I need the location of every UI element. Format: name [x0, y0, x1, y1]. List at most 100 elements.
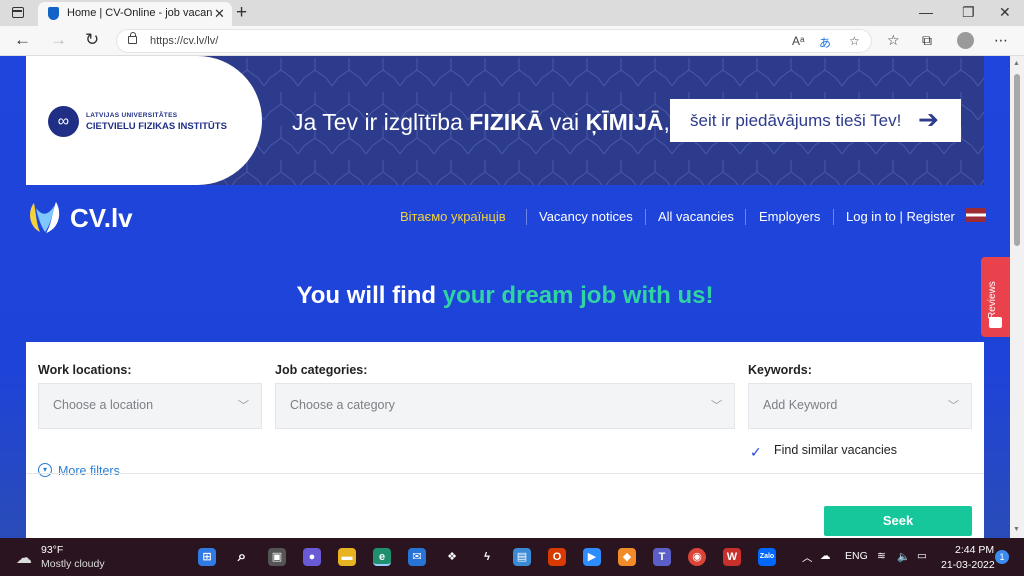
site-favicon-icon: [48, 7, 59, 20]
read-aloud-icon[interactable]: Aᵃ: [792, 34, 804, 48]
banner-cta-label: šeit ir piedāvājums tieši Tev!: [690, 111, 902, 130]
tab-title: Home | CV-Online - job vacancies: [67, 7, 212, 19]
reviews-label: Reviews: [987, 281, 998, 319]
chevron-down-icon: ﹀: [711, 400, 722, 412]
banner-text-mid: vai: [549, 109, 580, 135]
weather-condition[interactable]: Mostly cloudy: [41, 558, 105, 570]
nav-divider: [745, 209, 746, 225]
weather-cloud-icon[interactable]: ☁: [16, 548, 32, 568]
back-icon[interactable]: ←: [14, 30, 31, 50]
notification-badge[interactable]: 1: [995, 550, 1009, 564]
office-icon[interactable]: O: [548, 548, 566, 566]
tab-actions-icon[interactable]: [12, 7, 24, 18]
banner-cta-button[interactable]: šeit ir piedāvājums tieši Tev! ➔: [670, 99, 961, 142]
site-logo[interactable]: CV.lv: [70, 203, 133, 234]
app-icon[interactable]: ϟ: [478, 548, 496, 566]
chevron-down-circle-icon[interactable]: ▾: [38, 463, 52, 477]
browser-tab[interactable]: Home | CV-Online - job vacancies ✕: [38, 2, 232, 26]
scroll-down-icon[interactable]: ▼: [1013, 526, 1020, 533]
keyword-input[interactable]: Add Keyword ﹀: [748, 383, 972, 429]
chrome-icon[interactable]: ◉: [688, 548, 706, 566]
teams-icon[interactable]: T: [653, 548, 671, 566]
dropbox-icon[interactable]: ❖: [443, 548, 461, 566]
restore-icon[interactable]: ❐: [962, 4, 975, 21]
chevron-down-icon: ﹀: [238, 400, 249, 412]
reviews-tab[interactable]: Reviews: [981, 257, 1010, 337]
search-panel: Work locations: Choose a location ﹀ Job …: [26, 342, 984, 538]
language-flag-latvia[interactable]: [966, 208, 986, 222]
hero-heading: You will find your dream job with us!: [0, 282, 1010, 310]
chevron-up-icon[interactable]: ︿: [802, 550, 813, 565]
weather-temperature[interactable]: 93°F: [41, 544, 63, 556]
university-logo-icon: ∞: [48, 106, 79, 137]
nav-login-register[interactable]: Log in to | Register: [846, 209, 955, 224]
scroll-up-icon[interactable]: ▲: [1013, 60, 1020, 67]
search-icon[interactable]: ⌕: [233, 548, 251, 566]
zoom-icon[interactable]: ▶: [583, 548, 601, 566]
wps-office-icon[interactable]: W: [723, 548, 741, 566]
category-select[interactable]: Choose a category ﹀: [275, 383, 735, 429]
refresh-icon[interactable]: ↻: [85, 30, 99, 50]
nav-divider: [645, 209, 646, 225]
language-indicator[interactable]: ENG: [845, 550, 868, 562]
more-filters-link[interactable]: More filters: [58, 464, 120, 478]
browser-toolbar: ← → ↻ https://cv.lv/lv/ Aᵃ あ ☆ ☆ ⧉ ⋯: [0, 26, 1024, 56]
file-explorer-icon[interactable]: ▬: [338, 548, 356, 566]
location-select[interactable]: Choose a location ﹀: [38, 383, 262, 429]
edge-browser-icon[interactable]: e: [373, 548, 391, 566]
similar-vacancies-label[interactable]: Find similar vacancies: [774, 443, 897, 457]
scrollbar-thumb[interactable]: [1014, 74, 1020, 246]
task-view-icon[interactable]: ▣: [268, 548, 286, 566]
clock-time[interactable]: 2:44 PM: [955, 544, 994, 556]
nav-divider: [833, 209, 834, 225]
nav-divider: [526, 209, 527, 225]
speaker-muted-icon[interactable]: 🔈: [897, 550, 910, 563]
nav-employers[interactable]: Employers: [759, 209, 820, 224]
cloud-sync-icon[interactable]: ☁: [820, 550, 831, 562]
start-menu-icon[interactable]: ⊞: [198, 548, 216, 566]
forward-icon[interactable]: →: [50, 30, 67, 50]
favorite-star-icon[interactable]: ☆: [849, 34, 860, 48]
photos-icon[interactable]: ▤: [513, 548, 531, 566]
mail-icon[interactable]: ✉: [408, 548, 426, 566]
new-tab-icon[interactable]: +: [236, 2, 247, 24]
nav-all-vacancies[interactable]: All vacancies: [658, 209, 734, 224]
page-scrollbar[interactable]: ▲ ▼: [1010, 56, 1024, 538]
banner-text-pre: Ja Tev ir izglītība: [292, 109, 463, 135]
arrow-right-icon: ➔: [918, 106, 939, 134]
nav-ukraine[interactable]: Вітаємо українців: [400, 209, 506, 224]
reviews-icon: [989, 317, 1002, 328]
translate-icon[interactable]: あ: [819, 34, 831, 51]
wifi-icon[interactable]: ≋: [877, 550, 886, 562]
favorites-icon[interactable]: ☆: [887, 32, 900, 49]
close-window-icon[interactable]: ✕: [999, 4, 1011, 21]
close-tab-icon[interactable]: ✕: [214, 6, 225, 22]
nav-vacancy-notices[interactable]: Vacancy notices: [539, 209, 633, 224]
lock-icon: [128, 32, 137, 44]
zalo-icon[interactable]: Zalo: [758, 548, 776, 566]
banner-text-bold1: FIZIKĀ: [469, 109, 544, 135]
ad-banner[interactable]: ∞ LATVIJAS UNIVERSITĀTES CIETVIELU FIZIK…: [26, 56, 984, 185]
brave-icon[interactable]: ◆: [618, 548, 636, 566]
divider: [26, 473, 984, 474]
clock-date[interactable]: 21-03-2022: [941, 559, 995, 571]
category-placeholder: Choose a category: [290, 398, 395, 412]
more-options-icon[interactable]: ⋯: [994, 32, 1008, 49]
locations-label: Work locations:: [38, 363, 132, 377]
teams-chat-icon[interactable]: ●: [303, 548, 321, 566]
web-page: ∞ LATVIJAS UNIVERSITĀTES CIETVIELU FIZIK…: [0, 56, 1010, 538]
hero-part1: You will find: [296, 282, 437, 309]
similar-vacancies-checkbox[interactable]: ✓: [750, 444, 766, 460]
hero-part2: your dream job with us!: [442, 282, 714, 309]
banner-logo-area: ∞ LATVIJAS UNIVERSITĀTES CIETVIELU FIZIK…: [26, 56, 262, 185]
battery-icon[interactable]: ▭: [917, 550, 927, 562]
address-bar[interactable]: https://cv.lv/lv/ Aᵃ あ ☆: [116, 29, 872, 53]
seek-button[interactable]: Seek: [824, 506, 972, 536]
cvlv-logo-icon[interactable]: [26, 198, 64, 236]
banner-headline: Ja Tev ir izglītība FIZIKĀ vai ĶĪMIJĀ,: [292, 109, 670, 136]
collections-icon[interactable]: ⧉: [922, 32, 932, 49]
profile-avatar[interactable]: [957, 32, 974, 49]
keyword-placeholder: Add Keyword: [763, 398, 838, 412]
location-placeholder: Choose a location: [53, 398, 154, 412]
minimize-icon[interactable]: —: [919, 4, 933, 20]
